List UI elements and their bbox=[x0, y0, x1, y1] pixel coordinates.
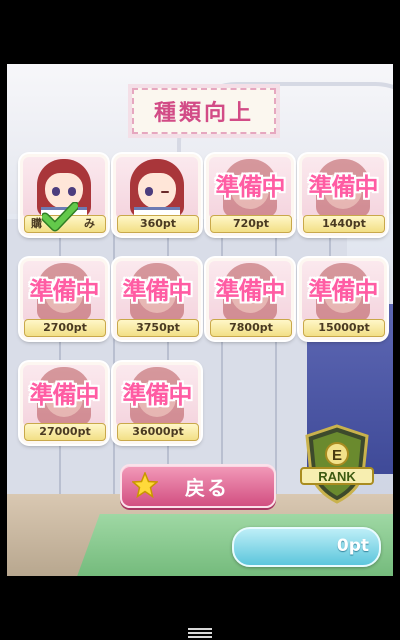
upgrade-card-8[interactable]: 準備中 15000pt bbox=[299, 258, 387, 340]
rank-shield-icon: E RANK bbox=[300, 424, 374, 504]
locked-portrait: 準備中 bbox=[209, 157, 291, 219]
price-tag: 1440pt bbox=[303, 215, 385, 233]
price-tag: 7800pt bbox=[210, 319, 292, 337]
upgrade-card-6[interactable]: 準備中 3750pt bbox=[113, 258, 201, 340]
locked-portrait: 準備中 bbox=[23, 365, 105, 427]
price-tag: 720pt bbox=[210, 215, 292, 233]
points-display: 0pt bbox=[232, 527, 381, 567]
price-tag: 27000pt bbox=[24, 423, 106, 441]
locked-label: 準備中 bbox=[122, 277, 193, 305]
rank-label: RANK bbox=[318, 469, 356, 484]
locked-label: 準備中 bbox=[308, 173, 379, 201]
upgrade-card-5[interactable]: 準備中 2700pt bbox=[20, 258, 108, 340]
points-value: 0pt bbox=[336, 536, 369, 556]
locked-label: 準備中 bbox=[215, 173, 286, 201]
locked-label: 準備中 bbox=[29, 381, 100, 409]
price-tag: 2700pt bbox=[24, 319, 106, 337]
locked-label: 準備中 bbox=[29, 277, 100, 305]
back-button-label: 戻る bbox=[185, 475, 229, 500]
locked-portrait: 準備中 bbox=[116, 261, 198, 323]
rank-letter: E bbox=[332, 447, 342, 464]
price-tag: 3750pt bbox=[117, 319, 199, 337]
page-title: 種類向上 bbox=[132, 88, 276, 134]
upgrade-card-2[interactable]: 360pt bbox=[113, 154, 201, 236]
upgrade-card-3[interactable]: 準備中 720pt bbox=[206, 154, 294, 236]
locked-portrait: 準備中 bbox=[23, 261, 105, 323]
locked-label: 準備中 bbox=[215, 277, 286, 305]
upgrade-card-4[interactable]: 準備中 1440pt bbox=[299, 154, 387, 236]
upgrade-card-1[interactable]: 購 み bbox=[20, 154, 108, 236]
check-icon bbox=[42, 202, 78, 232]
upgrade-card-10[interactable]: 準備中 36000pt bbox=[113, 362, 201, 444]
price-tag: 360pt bbox=[117, 215, 199, 233]
locked-label: 準備中 bbox=[308, 277, 379, 305]
menu-icon[interactable] bbox=[188, 626, 212, 640]
game-screen: 種類向上 購 み 360pt 準備中 720pt 準備中 1440pt 準備中 … bbox=[7, 64, 393, 576]
character-portrait bbox=[116, 157, 198, 219]
locked-portrait: 準備中 bbox=[209, 261, 291, 323]
locked-label: 準備中 bbox=[122, 381, 193, 409]
price-tag: 36000pt bbox=[117, 423, 199, 441]
purchased-text-right: み bbox=[84, 217, 95, 230]
upgrade-card-7[interactable]: 準備中 7800pt bbox=[206, 258, 294, 340]
back-button[interactable]: 戻る bbox=[120, 464, 276, 508]
price-tag: 15000pt bbox=[303, 319, 385, 337]
locked-portrait: 準備中 bbox=[116, 365, 198, 427]
star-icon bbox=[132, 472, 158, 498]
locked-portrait: 準備中 bbox=[302, 261, 384, 323]
locked-portrait: 準備中 bbox=[302, 157, 384, 219]
upgrade-card-9[interactable]: 準備中 27000pt bbox=[20, 362, 108, 444]
purchased-text-left: 購 bbox=[31, 217, 42, 230]
